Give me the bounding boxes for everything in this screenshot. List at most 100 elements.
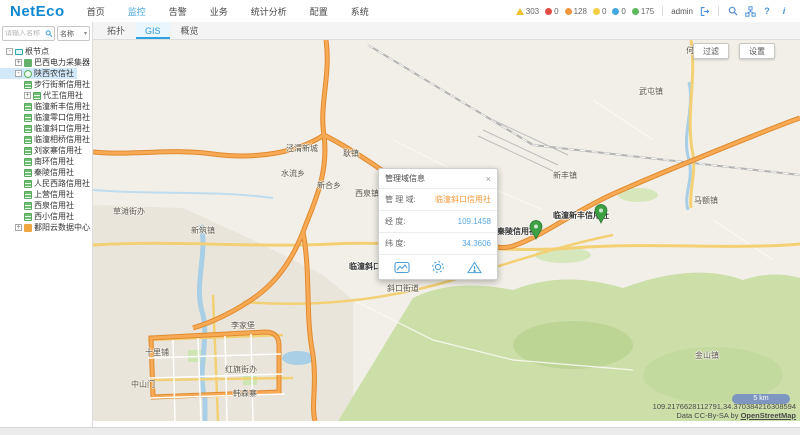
tree-item-label: 巴西电力采集器 — [34, 57, 90, 68]
domain-link[interactable]: 临潼斜口信用社 — [435, 194, 491, 205]
tree-item[interactable]: 人民西路信用社 — [0, 178, 93, 189]
tree-item[interactable]: 临潼斜口信用社 — [0, 123, 93, 134]
performance-button[interactable] — [394, 261, 410, 274]
site-icon — [24, 103, 32, 111]
neteco-logo: NetEco — [10, 3, 65, 20]
tree-item[interactable]: 西小信用社 — [0, 211, 77, 222]
alarm-badges: 303012800175 — [516, 7, 654, 16]
site-icon — [24, 147, 32, 155]
box-icon — [24, 59, 32, 67]
tree-item[interactable]: 临潼相桥信用社 — [0, 134, 93, 145]
top-right-toolbar: 303012800175 admin ? i — [516, 5, 800, 17]
nav-item[interactable]: 业务 — [210, 5, 228, 18]
map-town-label: 耿镇 — [343, 148, 359, 159]
map-town-label: 新丰镇 — [553, 170, 577, 181]
device-tree: -根节点+巴西电力采集器-陕西农信社步行街新信用社+代王信用社临潼新丰信用社临潼… — [0, 46, 92, 233]
tree-item[interactable]: 临潼零口信用社 — [0, 112, 93, 123]
alarm-major-badge[interactable]: 128 — [565, 7, 587, 16]
popup-actions — [379, 254, 497, 279]
badge-count: 128 — [574, 7, 587, 16]
filter-button[interactable]: 过滤 — [693, 43, 729, 59]
site-icon — [24, 125, 32, 133]
alarm-warning-badge[interactable]: 0 — [612, 7, 625, 16]
tree-item[interactable]: 秦陵信用社 — [0, 167, 77, 178]
tree-item-label: 上营信用社 — [34, 189, 74, 200]
map-town-label: 新筑镇 — [191, 225, 215, 236]
username: admin — [671, 7, 693, 16]
search-icon[interactable] — [727, 5, 739, 17]
site-icon — [24, 213, 32, 221]
tree-item[interactable]: + 巴西电力采集器 — [0, 57, 93, 68]
tab-概览[interactable]: 概览 — [172, 22, 208, 39]
sidebar: 名称 ▾ -根节点+巴西电力采集器-陕西农信社步行街新信用社+代王信用社临潼新丰… — [0, 22, 93, 428]
help-icon[interactable]: ? — [761, 5, 773, 17]
expand-toggle[interactable]: - — [6, 48, 13, 55]
alarm-major-icon — [565, 8, 572, 15]
map-coordinates: 109.2176628112791,34.370384216308594 — [653, 402, 796, 411]
openstreetmap-link[interactable]: OpenStreetMap — [741, 411, 796, 420]
expand-toggle[interactable]: - — [15, 70, 22, 77]
divider — [662, 6, 663, 16]
alarm-button[interactable] — [467, 261, 482, 274]
expand-toggle[interactable]: + — [15, 224, 22, 231]
top-nav: NetEco 首页监控告警业务统计分析配置系统 303012800175 adm… — [0, 0, 800, 23]
site-icon — [24, 169, 32, 177]
alarm-normal-badge[interactable]: 175 — [632, 7, 654, 16]
topology-icon[interactable] — [744, 5, 756, 17]
alarm-minor-icon — [593, 8, 600, 15]
map-town-label: 马额镇 — [694, 195, 718, 206]
alarm-minor-badge[interactable]: 0 — [593, 7, 606, 16]
tree-item[interactable]: 上营信用社 — [0, 189, 77, 200]
map-pin-icon — [594, 204, 608, 224]
expand-toggle[interactable]: + — [24, 92, 31, 99]
tree-item[interactable]: 临潼新丰信用社 — [0, 101, 93, 112]
close-icon[interactable]: × — [486, 175, 491, 183]
tree-item-label: 临潼相桥信用社 — [34, 134, 90, 145]
main-menu: 首页 监控 告警 业务 统计分析 配置 系统 — [87, 5, 369, 18]
badge-count: 303 — [526, 7, 539, 16]
expand-toggle[interactable]: + — [15, 59, 22, 66]
tree-item-label: 陕西农信社 — [34, 68, 74, 79]
tree-item-label: 西泉信用社 — [34, 200, 74, 211]
nav-item[interactable]: 配置 — [310, 5, 328, 18]
nav-item[interactable]: 告警 — [169, 5, 187, 18]
tab-拓扑[interactable]: 拓扑 — [98, 22, 134, 39]
alarm-critical-badge[interactable]: 0 — [545, 7, 558, 16]
tree-item[interactable]: 西泉信用社 — [0, 200, 77, 211]
nav-item[interactable]: 监控 — [128, 5, 146, 18]
site-icon — [24, 180, 32, 188]
tree-item[interactable]: - 陕西农信社 — [0, 68, 77, 79]
tree-item-label: 步行街新信用社 — [34, 79, 90, 90]
event-warning-badge[interactable]: 303 — [516, 7, 539, 16]
tree-item[interactable]: 南环信用社 — [0, 156, 77, 167]
info-icon[interactable]: i — [778, 5, 790, 17]
settings-button[interactable] — [431, 260, 445, 274]
map-canvas[interactable]: 过滤 设置 管理域信息 × 管 理 域: 临潼斜口信用社 经 度: 109.14… — [93, 40, 800, 421]
search-input[interactable] — [5, 30, 45, 37]
tree-item[interactable]: +鄱阳云数据中心 — [0, 222, 93, 233]
nav-item[interactable]: 系统 — [351, 5, 369, 18]
map-town-label: 草滩街办 — [113, 206, 145, 217]
site-icon — [24, 158, 32, 166]
field-label: 纬 度: — [385, 238, 405, 249]
nav-item[interactable]: 统计分析 — [251, 5, 287, 18]
search-icon[interactable] — [45, 29, 53, 38]
map-town-label: 武屯镇 — [639, 86, 663, 97]
alarm-normal-icon — [632, 8, 639, 15]
tree-item[interactable]: -根节点 — [0, 46, 52, 57]
tree-item-label: 人民西路信用社 — [34, 178, 90, 189]
tab-GIS[interactable]: GIS — [136, 22, 170, 39]
tree-item[interactable]: 刘家寨信用社 — [0, 145, 85, 156]
map-settings-button[interactable]: 设置 — [739, 43, 775, 59]
search-type-dropdown[interactable]: 名称 ▾ — [57, 26, 90, 41]
site-icon — [24, 136, 32, 144]
tree-item-label: 代王信用社 — [43, 90, 83, 101]
tree-item[interactable]: + 代王信用社 — [0, 90, 86, 101]
bottom-scrollbar[interactable] — [0, 427, 800, 435]
logout-icon[interactable] — [698, 5, 710, 17]
badge-count: 0 — [554, 7, 558, 16]
map-town-label: 西泉镇 — [355, 188, 379, 199]
nav-item[interactable]: 首页 — [87, 5, 105, 18]
attribution-text: Data CC-By-SA by — [676, 411, 740, 420]
tree-item[interactable]: 步行街新信用社 — [0, 79, 93, 90]
